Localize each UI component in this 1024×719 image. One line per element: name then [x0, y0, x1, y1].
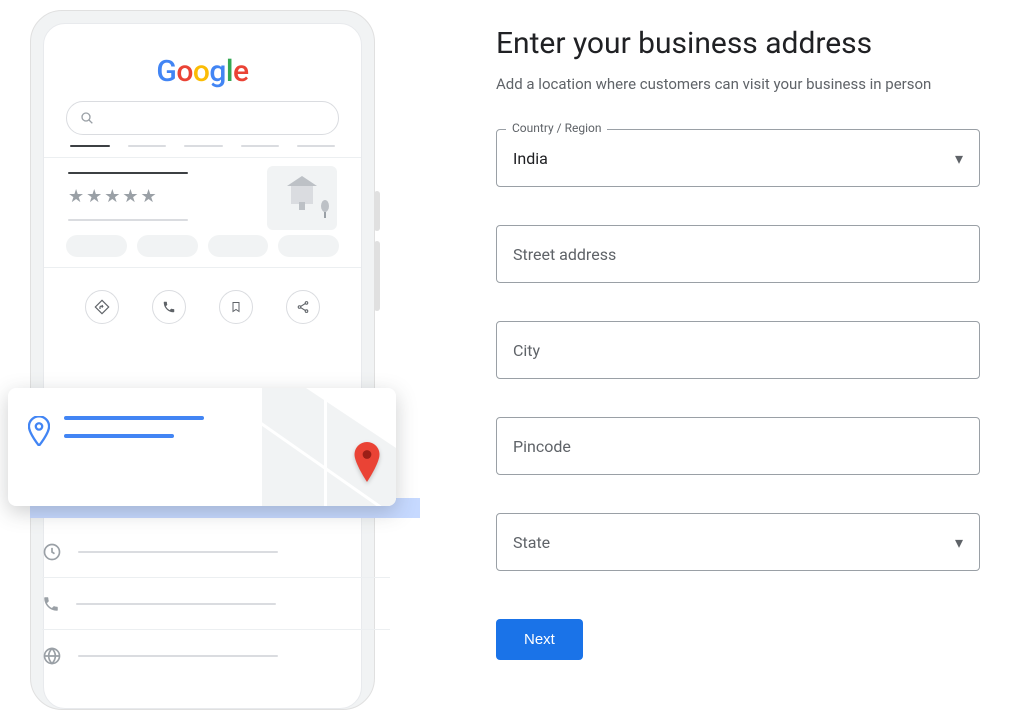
map-preview-mock — [262, 388, 396, 506]
directions-icon — [85, 290, 119, 324]
chevron-down-icon: ▾ — [955, 149, 963, 168]
next-button[interactable]: Next — [496, 619, 583, 660]
address-card-mock — [8, 388, 396, 506]
phone-icon — [42, 595, 60, 613]
street-address-input[interactable] — [496, 225, 980, 283]
phone-button — [374, 191, 380, 231]
country-field: Country / Region India ▾ — [496, 129, 980, 187]
detail-rows-mock — [42, 526, 390, 682]
clock-icon — [42, 542, 62, 562]
globe-icon — [42, 646, 62, 666]
map-pin-icon — [352, 442, 382, 492]
call-icon — [152, 290, 186, 324]
search-icon — [79, 110, 95, 126]
search-bar-mock — [66, 101, 339, 135]
illustration-phone: Google ★★★★★ — [0, 0, 420, 719]
tabs-mock — [44, 145, 361, 147]
pincode-input[interactable] — [496, 417, 980, 475]
page-title: Enter your business address — [496, 26, 980, 61]
business-thumbnail-mock — [267, 166, 337, 230]
country-select[interactable]: India ▾ — [496, 129, 980, 187]
save-icon — [219, 290, 253, 324]
country-label: Country / Region — [506, 121, 607, 135]
share-icon — [286, 290, 320, 324]
page-subtitle: Add a location where customers can visit… — [496, 75, 980, 93]
google-logo: Google — [44, 24, 361, 89]
phone-button — [374, 241, 380, 311]
result-card-mock: ★★★★★ — [44, 158, 361, 221]
city-input[interactable] — [496, 321, 980, 379]
location-pin-icon — [28, 416, 50, 453]
chevron-down-icon: ▾ — [955, 533, 963, 552]
state-select[interactable]: State ▾ — [496, 513, 980, 571]
